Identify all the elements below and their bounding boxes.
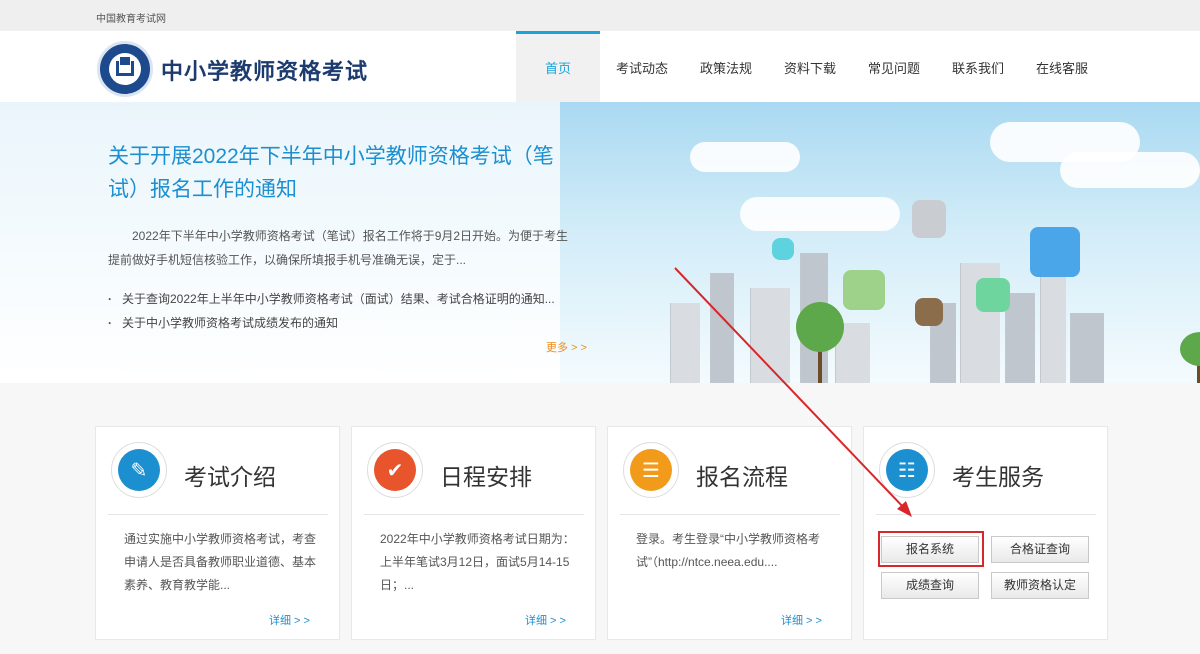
card-registration-process: ☰ 报名流程 登录。考生登录“中小学教师资格考试”（http://ntce.ne… xyxy=(607,426,852,640)
card-title[interactable]: 考生服务 xyxy=(952,458,1044,492)
checkmark-icon: ✔ xyxy=(374,449,416,491)
news-list: · 关于查询2022年上半年中小学教师资格考试（面试）结果、考试合格证明的通知..… xyxy=(108,287,588,335)
card-title[interactable]: 日程安排 xyxy=(440,458,532,492)
contacts-book-icon: ☷ xyxy=(886,449,928,491)
more-link[interactable]: 更多 > > xyxy=(546,339,587,355)
card-title[interactable]: 报名流程 xyxy=(696,458,788,492)
nav-online-service[interactable]: 在线客服 xyxy=(1020,31,1104,102)
header: 中小学教师资格考试 首页 考试动态 政策法规 资料下载 常见问题 联系我们 在线… xyxy=(0,31,1200,102)
document-pen-icon: ✎ xyxy=(118,449,160,491)
main-nav: 首页 考试动态 政策法规 资料下载 常见问题 联系我们 在线客服 xyxy=(516,31,1104,102)
site-name-link[interactable]: 中国教育考试网 xyxy=(96,10,166,25)
news-item[interactable]: · 关于查询2022年上半年中小学教师资格考试（面试）结果、考试合格证明的通知..… xyxy=(108,287,588,311)
logo-icon[interactable] xyxy=(97,41,153,97)
site-title[interactable]: 中小学教师资格考试 xyxy=(161,54,368,86)
card-text: 通过实施中小学教师资格考试，考查申请人是否具备教师职业道德、基本素养、教育教学能… xyxy=(124,532,317,592)
card-title[interactable]: 考试介绍 xyxy=(184,458,276,492)
card-text: 2022年中小学教师资格考试日期为：上半年笔试3月12日，面试5月14-15日；… xyxy=(380,532,575,592)
nav-home[interactable]: 首页 xyxy=(516,31,600,102)
detail-link[interactable]: 详细 > > xyxy=(525,612,566,628)
card-exam-intro: ✎ 考试介绍 通过实施中小学教师资格考试，考查申请人是否具备教师职业道德、基本素… xyxy=(95,426,340,640)
nav-exam-news[interactable]: 考试动态 xyxy=(600,31,684,102)
hero-banner: 关于开展2022年下半年中小学教师资格考试（笔试）报名工作的通知 2022年下半… xyxy=(0,102,1200,383)
card-schedule: ✔ 日程安排 2022年中小学教师资格考试日期为：上半年笔试3月12日，面试5月… xyxy=(351,426,596,640)
headline-summary: 2022年下半年中小学教师资格考试（笔试）报名工作将于9月2日开始。为便于考生提… xyxy=(108,229,569,267)
certificate-query-button[interactable]: 合格证查询 xyxy=(991,536,1089,563)
nav-downloads[interactable]: 资料下载 xyxy=(768,31,852,102)
news-item[interactable]: · 关于中小学教师资格考试成绩发布的通知 xyxy=(108,311,588,335)
score-query-button[interactable]: 成绩查询 xyxy=(881,572,979,599)
headline-link[interactable]: 关于开展2022年下半年中小学教师资格考试（笔试）报名工作的通知 xyxy=(108,140,578,206)
nav-faq[interactable]: 常见问题 xyxy=(852,31,936,102)
detail-link[interactable]: 详细 > > xyxy=(269,612,310,628)
nav-policy[interactable]: 政策法规 xyxy=(684,31,768,102)
nav-contact[interactable]: 联系我们 xyxy=(936,31,1020,102)
form-icon: ☰ xyxy=(630,449,672,491)
top-strip: 中国教育考试网 xyxy=(0,0,1200,31)
teacher-certification-button[interactable]: 教师资格认定 xyxy=(991,572,1089,599)
annotation-highlight-box xyxy=(878,531,984,567)
card-text: 登录。考生登录“中小学教师资格考试”（http://ntce.neea.edu.… xyxy=(636,532,820,569)
detail-link[interactable]: 详细 > > xyxy=(781,612,822,628)
city-illustration xyxy=(560,102,1200,383)
